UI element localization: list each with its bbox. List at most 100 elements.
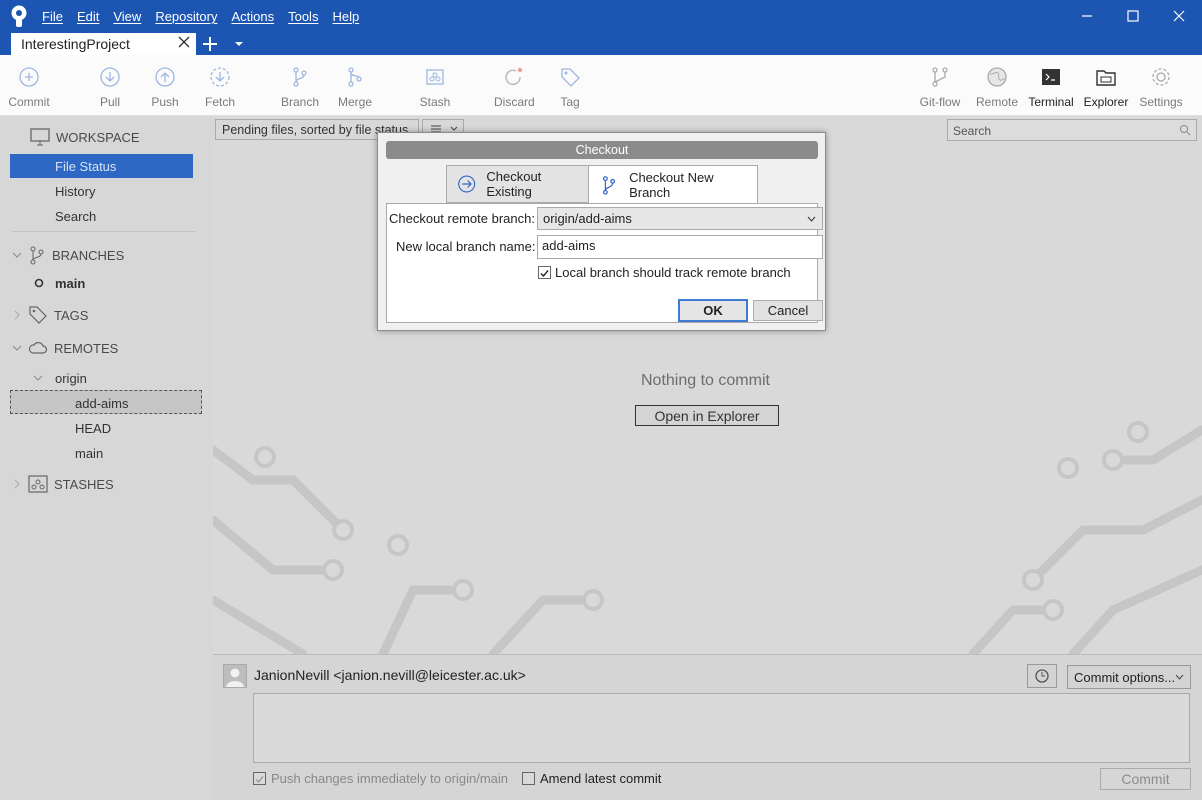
- minimize-button[interactable]: [1064, 0, 1110, 32]
- tag-icon: [29, 306, 47, 324]
- remote-branch-select[interactable]: origin/add-aims: [537, 207, 823, 230]
- local-branch-label: New local branch name:: [396, 239, 536, 254]
- sidebar-workspace-header: WORKSPACE: [30, 128, 140, 146]
- sidebar-item-remote-head[interactable]: HEAD: [75, 421, 111, 436]
- open-in-explorer-button[interactable]: Open in Explorer: [635, 405, 779, 426]
- search-placeholder: Search: [953, 124, 992, 138]
- sidebar: [0, 116, 213, 800]
- commit-options-select[interactable]: Commit options...: [1067, 665, 1191, 689]
- sidebar-stashes-label: STASHES: [54, 476, 114, 492]
- local-branch-name-input[interactable]: add-aims: [537, 235, 823, 259]
- amend-commit-checkbox[interactable]: [522, 772, 535, 785]
- track-remote-checkbox[interactable]: [538, 266, 551, 279]
- discard-tool-button[interactable]: Discard: [494, 65, 535, 109]
- checkout-dialog: Checkout Checkout Existing Checkout New …: [377, 132, 826, 331]
- commit-button[interactable]: Commit: [1100, 768, 1191, 790]
- fetch-icon: [210, 67, 230, 87]
- chevron-down-icon: [12, 252, 22, 258]
- chevron-down-icon[interactable]: [33, 373, 43, 383]
- tag-tool-button[interactable]: Tag: [558, 65, 582, 109]
- chevron-down-icon[interactable]: [233, 40, 245, 48]
- stash-tool-label: Stash: [419, 95, 451, 109]
- close-window-button[interactable]: [1156, 0, 1202, 32]
- sourcetree-logo-icon: [11, 5, 27, 27]
- terminal-tool-label: Terminal: [1028, 95, 1074, 109]
- gitflow-icon: [932, 67, 948, 87]
- explorer-tool-button[interactable]: Explorer: [1083, 65, 1129, 109]
- sidebar-tags-header[interactable]: TAGS: [12, 305, 88, 325]
- arrow-down-circle-icon: [100, 67, 120, 87]
- merge-icon: [348, 67, 362, 87]
- tab-checkout-new-branch[interactable]: Checkout New Branch: [588, 165, 758, 204]
- sidebar-item-search[interactable]: Search: [55, 209, 96, 224]
- amend-commit-option[interactable]: Amend latest commit: [522, 771, 661, 786]
- fetch-tool-label: Fetch: [204, 95, 235, 109]
- menu-repository[interactable]: Repository: [155, 7, 217, 26]
- remote-branch-label: Checkout remote branch:: [389, 211, 535, 226]
- maximize-icon: [1127, 10, 1139, 22]
- menu-bar: File Edit View Repository Actions Tools …: [42, 7, 373, 26]
- remote-tool-button[interactable]: Remote: [975, 65, 1019, 109]
- menu-view[interactable]: View: [113, 7, 141, 26]
- push-immediately-checkbox[interactable]: [253, 772, 266, 785]
- terminal-tool-button[interactable]: Terminal: [1027, 65, 1075, 109]
- menu-tools[interactable]: Tools: [288, 7, 318, 26]
- stash-tool-button[interactable]: Stash: [418, 65, 452, 109]
- circuit-background-decoration: [213, 421, 1202, 654]
- branch-tool-label: Branch: [281, 95, 320, 109]
- menu-actions[interactable]: Actions: [231, 7, 274, 26]
- tab-checkout-existing[interactable]: Checkout Existing: [446, 165, 589, 203]
- toolbar: Commit Pull Push Fetch Branch Merge Stas…: [0, 55, 1202, 116]
- cancel-button[interactable]: Cancel: [753, 300, 823, 321]
- chevron-down-icon: [1175, 674, 1184, 680]
- menu-help[interactable]: Help: [332, 7, 359, 26]
- dialog-title: Checkout: [386, 141, 818, 159]
- commit-options-label: Commit options...: [1074, 670, 1176, 685]
- chevron-right-icon: [14, 310, 20, 320]
- current-branch-icon: [34, 278, 44, 288]
- clock-icon: [1035, 669, 1049, 683]
- sidebar-item-history[interactable]: History: [55, 184, 95, 199]
- sidebar-item-branch-main[interactable]: main: [55, 276, 85, 291]
- amend-commit-label: Amend latest commit: [540, 771, 662, 786]
- title-bar: File Edit View Repository Actions Tools …: [0, 0, 1202, 56]
- search-input[interactable]: Search: [947, 119, 1197, 141]
- gear-icon: [1152, 68, 1170, 86]
- terminal-icon: [1042, 69, 1060, 85]
- repo-tab-bar: InterestingProject: [0, 32, 1202, 56]
- sidebar-remotes-header[interactable]: REMOTES: [12, 340, 118, 356]
- gitflow-tool-button[interactable]: Git-flow: [917, 65, 963, 109]
- merge-tool-button[interactable]: Merge: [337, 65, 373, 109]
- commit-tool-button[interactable]: Commit: [7, 65, 51, 109]
- pull-tool-button[interactable]: Pull: [96, 65, 124, 109]
- branch-tool-button[interactable]: Branch: [281, 65, 319, 109]
- close-tab-icon[interactable]: [178, 36, 190, 48]
- empty-state-text: Nothing to commit: [641, 372, 770, 389]
- sidebar-item-origin[interactable]: origin: [55, 371, 87, 386]
- commit-message-input[interactable]: [253, 693, 1190, 763]
- settings-tool-label: Settings: [1139, 95, 1183, 109]
- cloud-icon: [28, 342, 48, 354]
- menu-file[interactable]: File: [42, 7, 63, 26]
- sidebar-item-file-status-label: File Status: [55, 159, 117, 174]
- commit-history-button[interactable]: [1027, 664, 1057, 688]
- sidebar-stashes-header[interactable]: STASHES: [12, 475, 114, 493]
- sidebar-item-remote-add-aims[interactable]: add-aims: [75, 396, 128, 411]
- push-immediately-option[interactable]: Push changes immediately to origin/main: [253, 771, 508, 786]
- branch-icon: [602, 176, 616, 195]
- sidebar-remotes-label: REMOTES: [54, 340, 119, 356]
- fetch-tool-button[interactable]: Fetch: [204, 65, 236, 109]
- ok-button[interactable]: OK: [678, 299, 748, 322]
- new-tab-icon[interactable]: [201, 35, 219, 53]
- track-remote-label: Local branch should track remote branch: [555, 265, 791, 280]
- repo-tab[interactable]: InterestingProject: [11, 33, 196, 56]
- sidebar-branches-header[interactable]: BRANCHES: [12, 245, 124, 265]
- menu-edit[interactable]: Edit: [77, 7, 99, 26]
- settings-tool-button[interactable]: Settings: [1138, 65, 1184, 109]
- push-tool-button[interactable]: Push: [150, 65, 180, 109]
- explorer-tool-label: Explorer: [1083, 95, 1129, 109]
- maximize-button[interactable]: [1110, 0, 1156, 32]
- repo-tab-label: InterestingProject: [21, 36, 130, 52]
- sidebar-item-remote-main[interactable]: main: [75, 446, 103, 461]
- track-remote-option[interactable]: Local branch should track remote branch: [538, 265, 791, 280]
